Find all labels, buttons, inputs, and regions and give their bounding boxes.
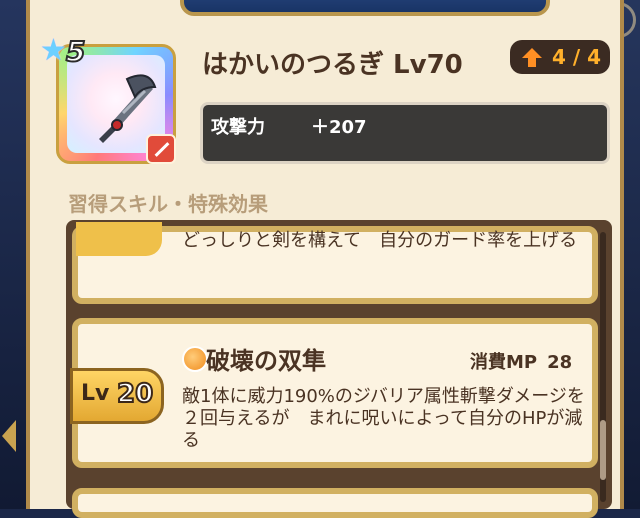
skill-element-icon [182,346,208,372]
upgrade-level-text: 4 / 4 [552,45,602,69]
stats-box: 攻撃力 ＋207 [200,102,610,164]
skill-description-clipped: どっしりと剣を構えて 自分のガード率を上げる [182,230,578,251]
mp-label: 消費MP [470,352,538,373]
skill-level-number: 20 [116,378,154,410]
upgrade-level-pill: 4 / 4 [510,40,610,74]
mp-cost: 消費MP 28 [470,348,572,374]
item-name: はかいのつるぎ Lv70 [202,50,463,80]
weapon-type-icon [146,134,176,164]
scrollbar-thumb[interactable] [600,420,606,480]
rarity-number: 5 [65,34,87,69]
section-title: 習得スキル・特殊効果 [68,192,268,216]
skill-card-next[interactable] [72,488,598,518]
skill-level-badge: Lv 20 [70,368,164,424]
skill-description: 敵1体に威力190%のジバリア属性斬撃ダメージを２回与えるが まれに呪いによって… [182,386,585,451]
mp-value: 28 [547,352,573,373]
stat-value: ＋207 [311,117,367,138]
previous-arrow-icon[interactable] [2,420,16,452]
skill-name: 破壊の双隼 [206,347,326,375]
stat-label: 攻撃力 [211,117,265,138]
title-tab [180,0,550,16]
rarity-badge: ★ 5 [40,34,110,69]
skill-level-badge-clipped [76,222,162,256]
skill-level-prefix: Lv [81,381,110,406]
